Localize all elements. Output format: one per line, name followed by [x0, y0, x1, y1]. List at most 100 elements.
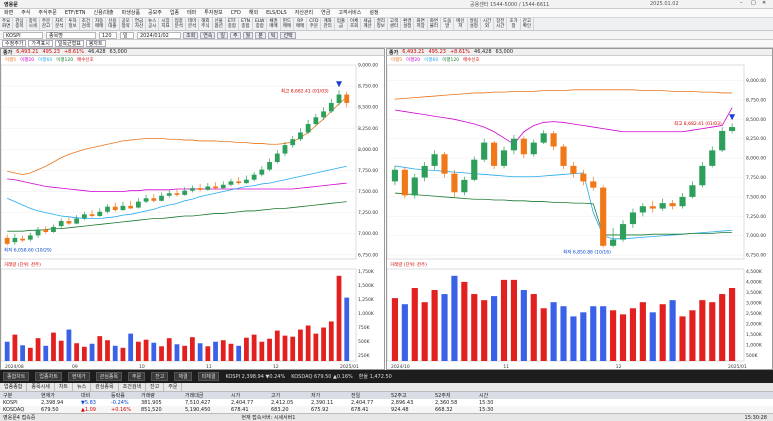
- ribbon-button[interactable]: 호가 창: [507, 18, 521, 30]
- bottom-toolbar-item[interactable]: 주문: [128, 372, 146, 381]
- menu-item[interactable]: 설정: [365, 9, 382, 17]
- ribbon-button[interactable]: 투자 정보: [66, 18, 80, 30]
- menu-item[interactable]: 파생상품: [118, 9, 144, 17]
- ribbon-button[interactable]: 조건 검색: [80, 18, 93, 30]
- menu-item[interactable]: 투자정보: [200, 9, 226, 17]
- date-input[interactable]: 2024/01/02: [137, 31, 181, 39]
- tab-item[interactable]: 주문: [164, 383, 183, 391]
- ribbon-button[interactable]: 장전 시간: [494, 18, 508, 30]
- ribbon-button[interactable]: 잔고 확인: [521, 18, 534, 30]
- code-input[interactable]: KOSPI: [3, 31, 43, 39]
- menu-item[interactable]: CFD: [227, 9, 245, 17]
- ribbon-button[interactable]: 종목 시세: [27, 18, 40, 30]
- option-toggle[interactable]: 수정주가: [2, 40, 27, 47]
- ribbon-button[interactable]: 알림 설정: [468, 18, 481, 30]
- menu-item[interactable]: ELS/DLS: [262, 9, 291, 17]
- ribbon-button[interactable]: 도움 말: [441, 18, 455, 30]
- tab-item[interactable]: 관심종목: [91, 383, 119, 391]
- menu-item[interactable]: 주식주문: [34, 9, 60, 17]
- ribbon-button[interactable]: RP 매매: [294, 18, 308, 30]
- menu-item[interactable]: 공모주: [144, 9, 166, 17]
- ribbon-button[interactable]: 세금 계산: [361, 18, 375, 30]
- ribbon-button[interactable]: ETF 종합: [226, 18, 240, 30]
- ribbon-button[interactable]: 입출 금: [335, 18, 349, 30]
- control-button[interactable]: 조회: [183, 31, 199, 39]
- ribbon-button[interactable]: 차트 분석: [53, 18, 67, 30]
- ribbon-button[interactable]: 시장 지표: [159, 18, 173, 30]
- ribbon-button[interactable]: 펀드 매매: [281, 18, 294, 30]
- menu-item[interactable]: 신용/대출: [90, 9, 118, 17]
- left-chart-svg[interactable]: 9,000.00 8,750.00 8,500.00 8,250.00 8,000.00…: [1, 57, 385, 370]
- tab-item[interactable]: 종목시세: [27, 383, 55, 391]
- bottom-toolbar-item[interactable]: 관심종목: [95, 372, 123, 381]
- bottom-toolbar-item[interactable]: 환율 1,472.50: [359, 373, 392, 380]
- ribbon-button[interactable]: 계좌 관리: [321, 18, 335, 30]
- control-button[interactable]: 분: [255, 31, 266, 39]
- ribbon-button[interactable]: 연금 자산: [133, 18, 147, 30]
- minimize-icon[interactable]: –: [740, 0, 743, 6]
- bottom-toolbar-item[interactable]: 체결: [174, 372, 192, 381]
- tab-item[interactable]: 업종종합: [0, 383, 28, 391]
- bottom-toolbar-item[interactable]: 현재가: [67, 372, 90, 381]
- ribbon-button[interactable]: ELW 종합: [253, 18, 268, 30]
- period-input[interactable]: 120: [99, 31, 117, 39]
- ribbon-button[interactable]: 관심 종목: [13, 18, 27, 30]
- bottom-toolbar-item[interactable]: KOSDAQ 679.50 ▲0.16%: [291, 374, 353, 380]
- ribbon-button[interactable]: ETN 종합: [239, 18, 254, 30]
- option-toggle[interactable]: 봉차트: [85, 40, 106, 47]
- menu-item[interactable]: 업종: [166, 9, 183, 17]
- ribbon-button[interactable]: 주요 화면: [0, 18, 14, 30]
- tab-item[interactable]: 차트: [55, 383, 74, 391]
- close-icon[interactable]: ✕: [762, 0, 766, 6]
- control-button[interactable]: 월: [242, 31, 254, 39]
- table-row[interactable]: KOSDAQ 679.50 ▲1.09 +0.16% 851,520 5,190,450 6…: [0, 406, 773, 413]
- menu-item[interactable]: 주식: [17, 9, 34, 17]
- menu-item[interactable]: 테마: [183, 9, 200, 17]
- control-button[interactable]: 선택: [280, 31, 296, 39]
- tab-item[interactable]: 조건검색: [119, 383, 147, 391]
- ribbon-button[interactable]: 시간 외: [481, 18, 495, 30]
- ribbon-button[interactable]: CFD 주문: [307, 18, 322, 30]
- table-row[interactable]: KOSPI 2,398.94 ▼5.83 -0.24% 381,905 7,510,427…: [0, 399, 773, 406]
- ribbon-button[interactable]: 주문 잔고: [40, 18, 54, 30]
- ribbon-button[interactable]: 업종 분석: [173, 18, 186, 30]
- menu-item[interactable]: 연금: [317, 9, 334, 17]
- ribbon-button[interactable]: 이체 조회: [348, 18, 362, 30]
- ribbon-button[interactable]: 환경 설정: [401, 18, 415, 30]
- option-toggle[interactable]: 가격표시: [28, 40, 53, 47]
- ribbon-button[interactable]: 고객 센터: [388, 18, 402, 30]
- bottom-toolbar-item[interactable]: 종합차트: [3, 372, 30, 381]
- type-select[interactable]: 일: [120, 31, 134, 39]
- ribbon-button[interactable]: 뉴스 공시: [146, 18, 160, 30]
- ribbon-button[interactable]: 공모 청약: [120, 18, 133, 30]
- ribbon-button[interactable]: 신용 대출: [106, 18, 120, 30]
- bottom-toolbar-item[interactable]: 잔고: [151, 372, 169, 381]
- menu-item[interactable]: ETF/ETN: [61, 9, 90, 17]
- menu-item[interactable]: 화면: [0, 9, 17, 17]
- ribbon-button[interactable]: 권리 정보: [375, 18, 388, 30]
- ribbon-button[interactable]: 채권 매매: [267, 18, 281, 30]
- maximize-icon[interactable]: □: [751, 0, 756, 6]
- ribbon-button[interactable]: 선물 옵션: [213, 18, 226, 30]
- ribbon-button[interactable]: 화면 저장: [414, 18, 428, 30]
- ribbon-button[interactable]: 테마 분석: [186, 18, 200, 30]
- tab-item[interactable]: 뉴스: [73, 383, 92, 391]
- menu-item[interactable]: 해외: [245, 9, 262, 17]
- ribbon-button[interactable]: 자동 매매: [93, 18, 107, 30]
- control-button[interactable]: 주: [230, 31, 241, 39]
- bottom-toolbar-item[interactable]: KOSPI 2,398.94 ▼0.24%: [225, 374, 285, 380]
- control-button[interactable]: 연속: [200, 31, 216, 39]
- tab-item[interactable]: 잔고: [146, 383, 165, 391]
- bottom-toolbar-item[interactable]: 업종차트: [35, 372, 62, 381]
- menu-item[interactable]: 자산관리: [291, 9, 317, 17]
- option-toggle[interactable]: 일목균형표: [54, 40, 84, 47]
- bottom-toolbar-item[interactable]: 미체결: [197, 372, 220, 381]
- ribbon-button[interactable]: 메신 저: [454, 18, 468, 30]
- ribbon-button[interactable]: 해외 주식: [199, 18, 213, 30]
- control-button[interactable]: 일: [217, 31, 229, 39]
- menu-item[interactable]: 고객서비스: [334, 9, 365, 17]
- control-button[interactable]: 틱: [267, 31, 279, 39]
- name-input[interactable]: 종목명: [46, 31, 96, 39]
- right-chart-svg[interactable]: 9,000.00 8,750.00 8,500.00 8,250.00 8,000.00…: [387, 57, 773, 370]
- ribbon-button[interactable]: 화면 불러: [428, 18, 441, 30]
